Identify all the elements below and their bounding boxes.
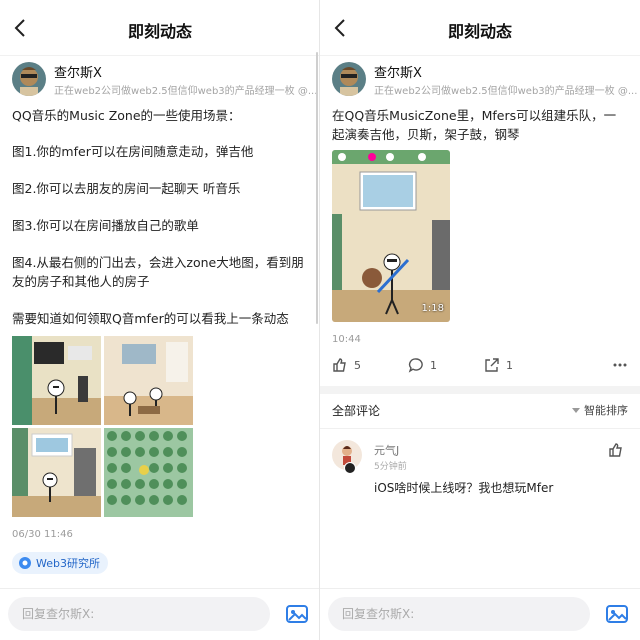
reply-bar: 回复查尔斯X:: [320, 588, 640, 640]
right-action-row: 5 1 1: [320, 350, 640, 380]
scrollbar[interactable]: [316, 52, 318, 324]
post-line-4: 图3.你可以在房间播放自己的歌单: [12, 218, 199, 233]
more-dots-icon: [613, 363, 627, 367]
comment-user[interactable]: 元气J: [374, 442, 399, 458]
post-line-3: 图2.你可以去朋友的房间一起聊天 听音乐: [12, 181, 241, 196]
section-separator: [320, 386, 640, 394]
like-count: 5: [354, 358, 361, 372]
image-upload-icon[interactable]: [604, 601, 630, 627]
share-icon: [485, 358, 499, 372]
reply-input[interactable]: 回复查尔斯X:: [328, 597, 590, 631]
more-button[interactable]: [612, 350, 628, 380]
caret-down-icon: [572, 408, 580, 413]
post-video[interactable]: 1:18: [332, 150, 450, 322]
author-avatar[interactable]: [12, 62, 46, 96]
post-image-1[interactable]: [12, 336, 101, 425]
page-title: 即刻动态: [447, 22, 512, 41]
comments-title: 全部评论: [332, 404, 381, 418]
post-time: 10:44: [332, 334, 361, 345]
video-duration: 1:18: [421, 303, 444, 314]
author-bio: 正在web2公司做web2.5但信仰web3的产品经理一枚 @...: [54, 86, 318, 97]
page-title: 即刻动态: [127, 22, 192, 41]
comment-count: 1: [430, 358, 437, 372]
image-upload-icon[interactable]: [284, 601, 310, 627]
badge-icon: [344, 462, 356, 474]
sort-selector[interactable]: 智能排序: [572, 402, 628, 418]
like-button[interactable]: 5: [332, 350, 361, 380]
thumbs-up-icon: [333, 358, 346, 372]
comment-button[interactable]: 1: [408, 350, 437, 380]
post-time: 06/30 11:46: [12, 529, 73, 540]
reply-bar: 回复查尔斯X:: [0, 588, 320, 640]
author-name[interactable]: 查尔斯X: [374, 62, 422, 81]
post-line-6: 友的房子和其他人的房子: [12, 274, 150, 289]
post-line-1: 在QQ音乐MusicZone里，Mfers可以组建乐队，一: [332, 108, 617, 123]
topic-tag[interactable]: Web3研究所: [12, 552, 108, 574]
author-name[interactable]: 查尔斯X: [54, 62, 102, 81]
nav-bar: 即刻动态: [0, 0, 320, 56]
post-image-3[interactable]: [12, 428, 101, 517]
comment-text: iOS啥时候上线呀？我也想玩Mfer: [374, 481, 554, 495]
comment-time: 5分钟前: [374, 462, 407, 472]
share-button[interactable]: 1: [484, 350, 513, 380]
comments-divider: [320, 428, 640, 429]
topic-icon: [19, 557, 31, 569]
topic-tag-label: Web3研究所: [36, 557, 100, 570]
post-line-1: QQ音乐的Music Zone的一些使用场景：: [12, 108, 241, 123]
post-image-2[interactable]: [104, 336, 193, 425]
post-image-4[interactable]: [104, 428, 193, 517]
post-line-2: 起演奏吉他，贝斯，架子鼓，钢琴: [332, 127, 520, 142]
post-line-5: 图4.从最右侧的门出去，会进入zone大地图，看到朋: [12, 255, 304, 270]
comment-icon: [408, 358, 423, 373]
author-avatar[interactable]: [332, 62, 366, 96]
comment-like-icon[interactable]: [608, 442, 624, 458]
post-line-7: 需要知道如何领取Q音mfer的可以看我上一条动态: [12, 311, 289, 326]
reply-input[interactable]: 回复查尔斯X:: [8, 597, 270, 631]
sort-label: 智能排序: [584, 404, 628, 417]
right-panel: 即刻动态 查尔斯X 正在web2公司做web2.5但信仰web3的产品经理一枚 …: [320, 0, 640, 640]
nav-bar: 即刻动态: [320, 0, 640, 56]
post-line-2: 图1.你的mfer可以在房间随意走动，弹吉他: [12, 144, 254, 159]
share-count: 1: [506, 358, 513, 372]
author-bio: 正在web2公司做web2.5但信仰web3的产品经理一枚 @...: [374, 86, 638, 97]
left-panel: 即刻动态 查尔斯X 正在web2公司做web2.5但信仰web3的产品经理一枚 …: [0, 0, 320, 640]
